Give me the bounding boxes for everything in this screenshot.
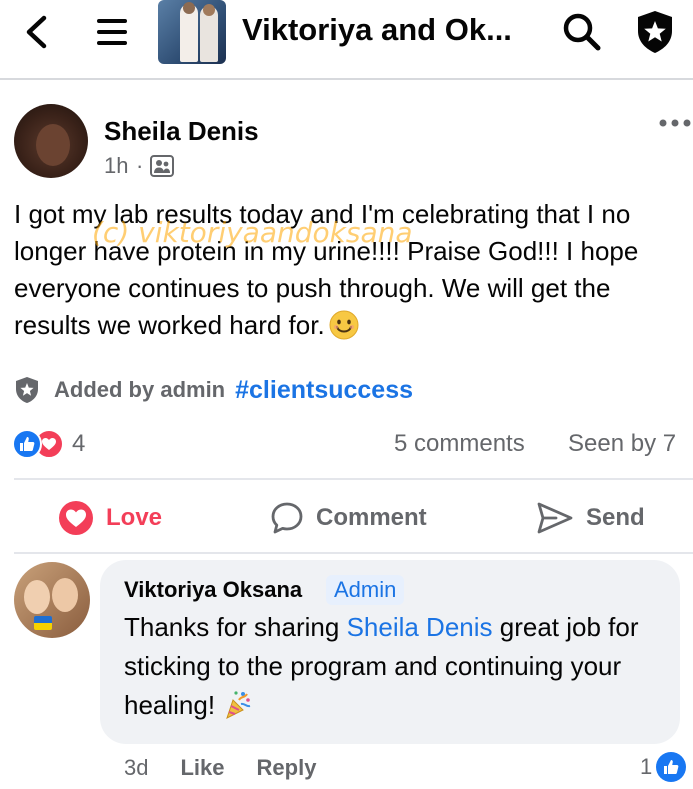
admin-tools-button[interactable] [632,8,678,56]
comment-reaction-count: 1 [640,754,653,779]
separator-dot: · [136,153,144,178]
love-label: Love [106,504,163,531]
commenter-name[interactable]: Viktoriya Oksana [124,576,302,604]
comment-reactions[interactable]: 1 [640,752,687,782]
send-button[interactable]: Send [536,498,645,538]
author-avatar[interactable] [14,104,88,178]
post-body-text: I got my lab results today and I'm celeb… [14,199,639,340]
added-by-text: Added by admin [54,377,226,402]
comments-count[interactable]: 5 comments [394,430,525,458]
love-button[interactable]: Love [58,498,162,538]
comment-body: Thanks for sharing Sheila Denis great jo… [124,608,664,725]
avatar-face [24,580,50,614]
divider [14,478,693,480]
comment-reply-button[interactable]: Reply [257,755,317,781]
group-members-icon [150,155,174,177]
author-name[interactable]: Sheila Denis [104,116,259,146]
comment-button[interactable]: Comment [270,498,427,538]
top-bar: Viktoriya and Ok... [0,0,693,80]
cover-figure-head [183,2,195,14]
comment-text-before: Thanks for sharing [124,612,347,642]
search-icon [563,13,601,51]
commenter-avatar[interactable] [14,562,90,638]
post-time[interactable]: 1h [104,152,128,180]
comment-like-button[interactable]: Like [180,755,224,781]
send-label: Send [586,504,645,531]
group-cover-image[interactable] [158,0,226,64]
search-button[interactable] [560,12,604,52]
divider [14,552,693,554]
menu-button[interactable] [92,14,132,50]
seen-by-count[interactable]: Seen by 7 [568,430,676,458]
comment-bubble-icon [271,502,303,534]
reaction-count: 4 [72,430,86,457]
cover-figure-head [203,4,215,16]
admin-shield-icon [638,11,672,53]
mention-link[interactable]: Sheila Denis [347,612,493,642]
reactions-summary[interactable]: 4 [12,428,85,460]
added-by-row: Added by admin #clientsuccess [14,374,413,406]
more-dots-icon [659,119,691,127]
hashtag-link[interactable]: #clientsuccess [235,376,413,405]
back-button[interactable] [18,14,54,50]
avatar-face [36,124,70,166]
back-arrow-icon [26,15,47,49]
comment-meta-row: 3d Like Reply [124,754,348,782]
send-icon [537,502,573,534]
party-popper-emoji-icon [226,691,251,719]
like-reaction-icon [656,752,687,782]
admin-shield-icon [16,377,38,403]
like-reaction-icon [12,429,42,459]
post-body: I got my lab results today and I'm celeb… [14,196,684,344]
love-reaction-icon [59,501,93,535]
group-title[interactable]: Viktoriya and Ok... [242,10,532,50]
smile-emoji-icon [329,310,359,340]
admin-badge: Admin [326,575,405,605]
more-options-button[interactable] [658,112,692,134]
ukraine-flag-icon [34,616,52,630]
comment-label: Comment [316,504,427,531]
avatar-face [52,578,78,612]
comment-time: 3d [124,755,149,780]
menu-icon [97,19,127,45]
